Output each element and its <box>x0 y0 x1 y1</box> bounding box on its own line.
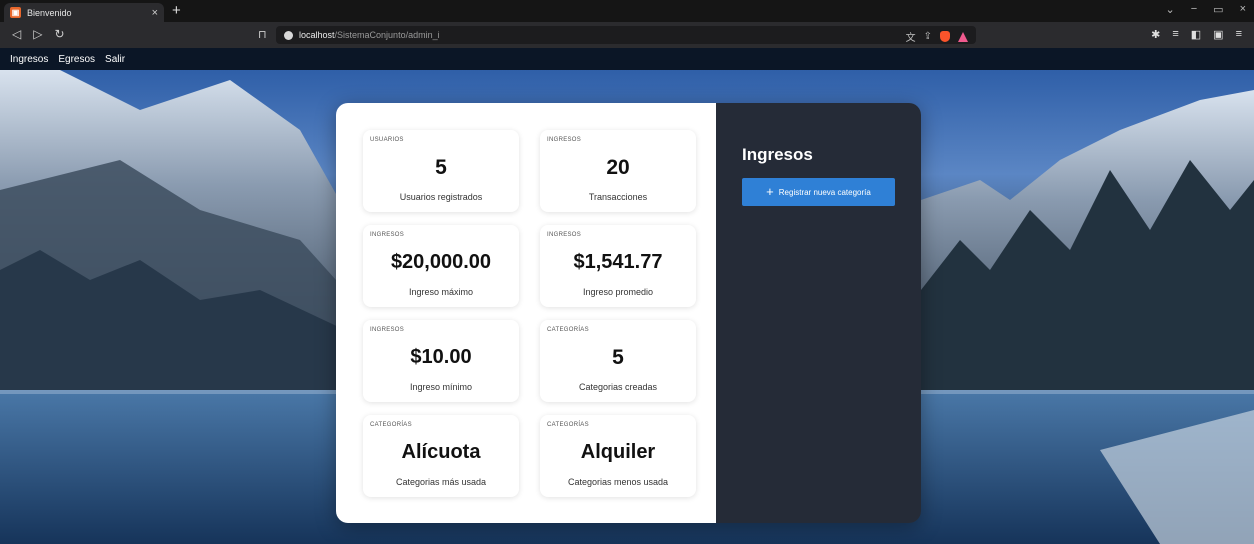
favicon-icon: ▣ <box>10 7 21 18</box>
brave-shields-icon[interactable] <box>940 31 950 42</box>
url-path: /SistemaConjunto/admin_i <box>334 30 440 40</box>
card-label: INGRESOS <box>547 232 582 238</box>
url-host: localhost <box>299 30 335 40</box>
card-desc: Ingreso promedio <box>582 287 654 297</box>
stats-area: USUARIOS 5 Usuarios registrados INGRESOS… <box>336 103 716 523</box>
dashboard-panel: USUARIOS 5 Usuarios registrados INGRESOS… <box>336 103 921 523</box>
extensions-icon[interactable]: ✱ <box>1151 28 1160 41</box>
minimize-button[interactable]: − <box>1191 3 1197 16</box>
browser-toolbar: ◁ ▷ ↻ ⊓ localhost /SistemaConjunto/admin… <box>0 22 1254 48</box>
card-value: $10.00 <box>410 346 472 368</box>
new-tab-button[interactable]: + <box>172 3 181 19</box>
browser-tab-bar: ▣ Bienvenido × + ⌄ − ▭ × <box>0 0 1254 22</box>
stat-card-categoria-menos-usada: CATEGORÍAS Alquiler Categorias menos usa… <box>540 415 696 497</box>
card-value: Alícuota <box>401 441 481 463</box>
card-desc: Categorias más usada <box>395 477 487 487</box>
bookmark-icon[interactable]: ⊓ <box>258 28 267 41</box>
stat-card-ingreso-maximo: INGRESOS $20,000.00 Ingreso máximo <box>363 225 519 307</box>
tab-title: Bienvenido <box>27 7 72 18</box>
actions-sidebar: Ingresos + Registrar nueva categoría <box>716 103 921 523</box>
nav-egresos[interactable]: Egresos <box>58 54 95 65</box>
nav-buttons: ◁ ▷ ↻ <box>12 27 65 41</box>
card-label: INGRESOS <box>370 327 405 333</box>
stat-card-ingreso-promedio: INGRESOS $1,541.77 Ingreso promedio <box>540 225 696 307</box>
back-icon[interactable]: ◁ <box>12 27 21 41</box>
card-label: INGRESOS <box>547 137 582 143</box>
sidebar-title: Ingresos <box>742 145 813 164</box>
card-desc: Ingreso mínimo <box>409 382 473 392</box>
forward-icon[interactable]: ▷ <box>33 27 42 41</box>
card-value: 5 <box>612 346 624 369</box>
card-desc: Usuarios registrados <box>399 192 483 202</box>
card-label: CATEGORÍAS <box>547 422 589 428</box>
sidebar-icon[interactable]: ◧ <box>1191 28 1201 41</box>
window-controls: ⌄ − ▭ × <box>1166 3 1247 16</box>
app-nav: Ingresos Egresos Salir <box>0 48 1254 70</box>
stat-card-ingreso-minimo: INGRESOS $10.00 Ingreso mínimo <box>363 320 519 402</box>
card-label: CATEGORÍAS <box>370 422 412 428</box>
toolbar-right: ✱ ≡ ◧ ▣ ≡ <box>1151 28 1242 41</box>
card-label: INGRESOS <box>370 232 405 238</box>
card-value: $1,541.77 <box>573 251 663 273</box>
stat-card-usuarios: USUARIOS 5 Usuarios registrados <box>363 130 519 212</box>
card-value: 5 <box>435 156 447 179</box>
stat-card-transacciones: INGRESOS 20 Transacciones <box>540 130 696 212</box>
plus-icon: + <box>766 184 774 199</box>
brave-rewards-icon[interactable] <box>958 31 968 42</box>
menu-icon[interactable]: ≡ <box>1236 28 1242 41</box>
card-value: $20,000.00 <box>390 251 492 273</box>
register-category-label: Registrar nueva categoría <box>778 187 871 197</box>
card-value: 20 <box>606 156 630 179</box>
address-bar[interactable]: localhost /SistemaConjunto/admin_i 文 ⇪ <box>276 26 976 44</box>
card-desc: Categorias creadas <box>578 382 658 392</box>
wallet-icon[interactable]: ▣ <box>1213 28 1223 41</box>
site-info-icon[interactable] <box>284 30 293 40</box>
nav-ingresos[interactable]: Ingresos <box>10 54 48 65</box>
tab-close-icon[interactable]: × <box>152 7 158 19</box>
stat-card-categorias-creadas: CATEGORÍAS 5 Categorias creadas <box>540 320 696 402</box>
card-label: CATEGORÍAS <box>547 327 589 333</box>
register-category-button[interactable]: + Registrar nueva categoría <box>742 178 895 206</box>
card-value: Alquiler <box>580 441 656 463</box>
browser-tab[interactable]: ▣ Bienvenido × <box>4 3 164 22</box>
reload-icon[interactable]: ↻ <box>54 27 64 41</box>
card-desc: Transacciones <box>588 192 648 202</box>
share-icon[interactable]: ⇪ <box>924 31 932 42</box>
address-bar-actions: 文 ⇪ <box>906 29 968 44</box>
restore-button[interactable]: ▭ <box>1213 3 1223 16</box>
reading-list-icon[interactable]: ≡ <box>1172 28 1178 41</box>
nav-salir[interactable]: Salir <box>105 54 125 65</box>
card-label: USUARIOS <box>370 137 404 143</box>
translate-icon[interactable]: 文 <box>906 29 916 44</box>
stat-card-categoria-mas-usada: CATEGORÍAS Alícuota Categorias más usada <box>363 415 519 497</box>
chevron-down-icon[interactable]: ⌄ <box>1166 3 1175 16</box>
card-desc: Ingreso máximo <box>408 287 474 297</box>
close-window-button[interactable]: × <box>1240 3 1246 16</box>
card-desc: Categorias menos usada <box>567 477 669 487</box>
